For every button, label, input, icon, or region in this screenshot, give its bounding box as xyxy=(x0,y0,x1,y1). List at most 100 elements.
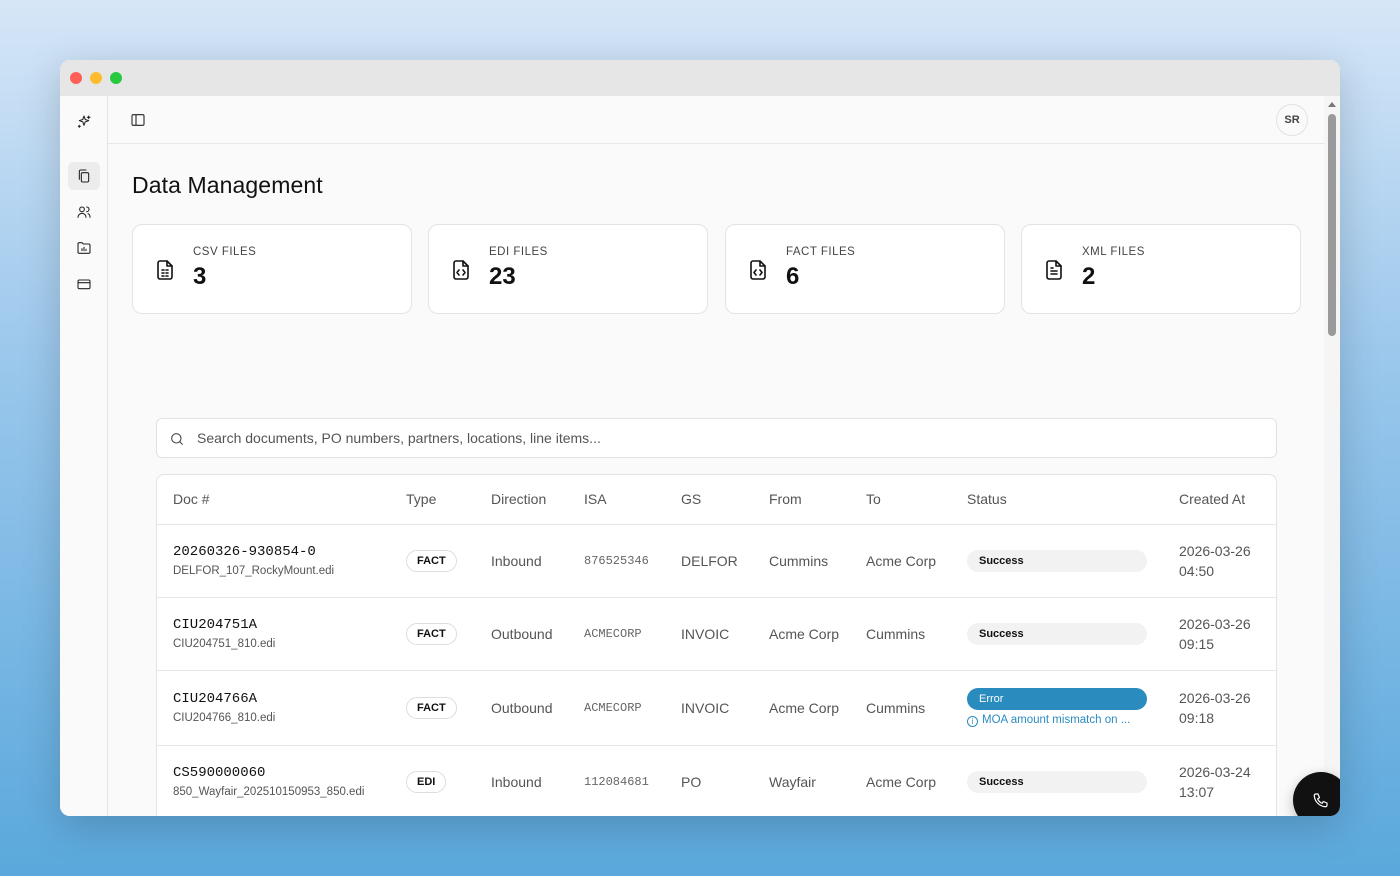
from-cell: Acme Corp xyxy=(753,597,850,671)
created-date: 2026-03-26 xyxy=(1179,615,1251,632)
table-row[interactable]: 20260326-930854-0 DELFOR_107_RockyMount.e… xyxy=(157,524,1276,598)
isa-cell: ACMECORP xyxy=(568,597,665,671)
code-file-icon xyxy=(746,258,770,282)
table-row[interactable]: CIU204751A CIU204751_810.edi FACT Outboun… xyxy=(157,597,1276,671)
to-cell: Acme Corp xyxy=(850,745,951,816)
stat-card-csv: CSV FILES 3 xyxy=(132,224,412,314)
search-icon xyxy=(171,433,183,445)
created-date: 2026-03-26 xyxy=(1179,689,1251,706)
close-window-button[interactable] xyxy=(70,72,82,84)
credit-card-icon xyxy=(77,279,91,290)
file-name: CIU204751_810.edi xyxy=(173,638,276,650)
table-row[interactable]: CS590000060 850_Wayfair_202510150953_850.… xyxy=(157,745,1276,816)
stat-label: FACT FILES xyxy=(786,246,856,258)
direction-cell: Outbound xyxy=(475,597,568,671)
content: Data Management CSV FILES 3 EDI FILES 23 xyxy=(132,144,1301,816)
created-date: 2026-03-24 xyxy=(1179,763,1251,780)
from-cell: Acme Corp xyxy=(753,670,850,746)
stat-card-xml: XML FILES 2 xyxy=(1021,224,1301,314)
column-header-direction[interactable]: Direction xyxy=(475,475,568,525)
sidebar xyxy=(60,96,108,816)
file-name: 850_Wayfair_202510150953_850.edi xyxy=(173,786,365,798)
sidebar-item-users[interactable] xyxy=(68,198,100,226)
created-time: 09:15 xyxy=(1179,635,1215,652)
gs-cell: DELFOR xyxy=(665,524,753,598)
stat-label: XML FILES xyxy=(1082,246,1145,258)
type-badge: FACT xyxy=(406,622,457,645)
vertical-scrollbar[interactable] xyxy=(1324,96,1340,816)
stat-value: 2 xyxy=(1082,263,1096,290)
column-header-gs[interactable]: GS xyxy=(665,475,753,525)
title-bar xyxy=(60,60,1340,96)
sidebar-item-reports[interactable] xyxy=(68,234,100,262)
sidebar-item-billing[interactable] xyxy=(68,270,100,298)
table-row[interactable]: CIU204766A CIU204766_810.edi FACT Outboun… xyxy=(157,670,1276,746)
to-cell: Cummins xyxy=(850,597,951,671)
error-message[interactable]: i MOA amount mismatch on ... xyxy=(967,714,1147,727)
gs-cell: INVOIC xyxy=(665,670,753,746)
type-badge: FACT xyxy=(406,696,457,719)
created-date: 2026-03-26 xyxy=(1179,542,1251,559)
direction-cell: Inbound xyxy=(475,524,568,598)
created-time: 04:50 xyxy=(1179,562,1215,579)
type-badge: FACT xyxy=(406,549,457,572)
stat-card-edi: EDI FILES 23 xyxy=(428,224,708,314)
code-file-icon xyxy=(449,258,473,282)
scroll-thumb[interactable] xyxy=(1328,114,1336,336)
info-icon: i xyxy=(967,716,978,727)
documents-table: Doc # Type Direction ISA GS From To Stat… xyxy=(156,474,1277,816)
doc-number: CIU204751A xyxy=(173,617,258,633)
minimize-window-button[interactable] xyxy=(90,72,102,84)
created-time: 13:07 xyxy=(1179,783,1215,800)
column-header-doc[interactable]: Doc # xyxy=(157,475,390,525)
error-message-text: MOA amount mismatch on ... xyxy=(982,714,1131,726)
table-header-row: Doc # Type Direction ISA GS From To Stat… xyxy=(157,475,1276,525)
documents-icon xyxy=(78,169,90,183)
top-bar: SR xyxy=(108,96,1340,144)
stat-card-fact: FACT FILES 6 xyxy=(725,224,1005,314)
call-button[interactable] xyxy=(1293,772,1340,816)
status-badge: Error xyxy=(967,688,1147,710)
column-header-type[interactable]: Type xyxy=(390,475,475,525)
direction-cell: Inbound xyxy=(475,745,568,816)
isa-cell: 112084681 xyxy=(568,745,665,816)
gs-cell: INVOIC xyxy=(665,597,753,671)
column-header-from[interactable]: From xyxy=(753,475,850,525)
doc-number: CIU204766A xyxy=(173,691,258,707)
sidebar-item-documents[interactable] xyxy=(68,162,100,190)
main-area: SR Data Management CSV FILES 3 EDI FILES xyxy=(108,96,1340,816)
maximize-window-button[interactable] xyxy=(110,72,122,84)
direction-cell: Outbound xyxy=(475,670,568,746)
file-name: DELFOR_107_RockyMount.edi xyxy=(173,565,335,577)
toggle-sidebar-button[interactable] xyxy=(128,110,148,130)
type-badge: EDI xyxy=(406,770,447,793)
to-cell: Cummins xyxy=(850,670,951,746)
scroll-up-arrow[interactable] xyxy=(1328,102,1336,107)
status-badge: Success xyxy=(967,549,1147,572)
stat-value: 23 xyxy=(489,263,516,290)
column-header-to[interactable]: To xyxy=(850,475,951,525)
to-cell: Acme Corp xyxy=(850,524,951,598)
search-input[interactable] xyxy=(197,419,1257,457)
users-icon xyxy=(77,206,91,218)
doc-number: 20260326-930854-0 xyxy=(173,544,316,560)
file-name: CIU204766_810.edi xyxy=(173,712,276,724)
stat-label: CSV FILES xyxy=(193,246,257,258)
sparkle-icon[interactable] xyxy=(68,108,100,136)
folder-chart-icon xyxy=(77,242,91,254)
column-header-status[interactable]: Status xyxy=(951,475,1163,525)
stat-value: 6 xyxy=(786,263,800,290)
stat-label: EDI FILES xyxy=(489,246,548,258)
created-time: 09:18 xyxy=(1179,709,1215,726)
app-window: SR Data Management CSV FILES 3 EDI FILES xyxy=(60,60,1340,816)
isa-cell: 876525346 xyxy=(568,524,665,598)
from-cell: Cummins xyxy=(753,524,850,598)
status-badge: Success xyxy=(967,622,1147,645)
column-header-created-at[interactable]: Created At xyxy=(1163,475,1276,525)
avatar[interactable]: SR xyxy=(1276,104,1308,136)
gs-cell: PO xyxy=(665,745,753,816)
doc-number: CS590000060 xyxy=(173,765,266,781)
search-bar xyxy=(156,418,1277,458)
stat-value: 3 xyxy=(193,263,207,290)
column-header-isa[interactable]: ISA xyxy=(568,475,665,525)
